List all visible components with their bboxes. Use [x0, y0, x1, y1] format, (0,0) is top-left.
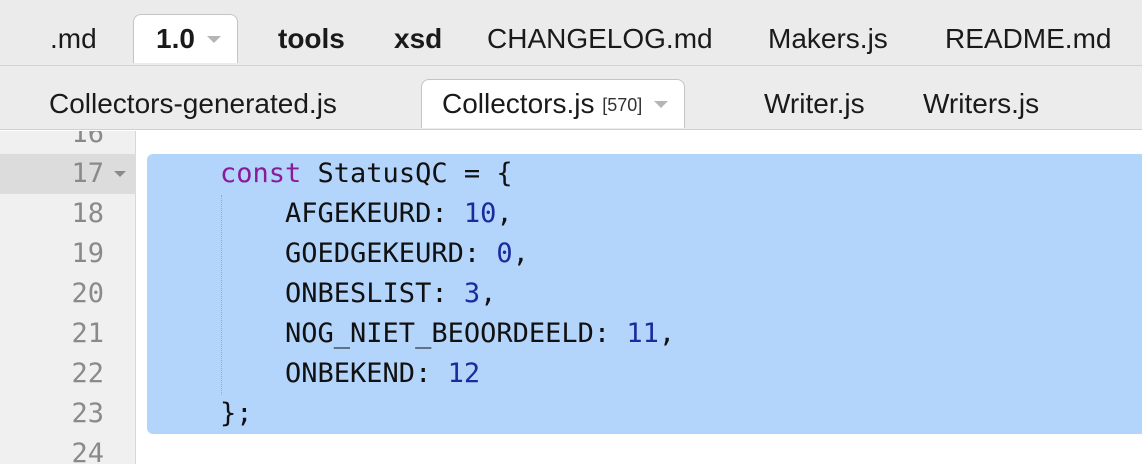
- code-text: AFGEKEURD:: [220, 198, 464, 229]
- code-text: ,: [496, 198, 513, 229]
- code-text: GOEDGEKEURD:: [220, 238, 497, 269]
- tab-count-badge: [570]: [602, 95, 643, 115]
- tab-label: Makers.js: [768, 23, 888, 54]
- line-number: 22: [71, 358, 104, 389]
- code-line-23: };: [220, 394, 253, 434]
- fold-arrow-icon[interactable]: [114, 171, 126, 177]
- tab-collectors-generated[interactable]: Collectors-generated.js: [45, 84, 341, 124]
- code-editor[interactable]: 16 17 18 19 20 21 22 23 24 const StatusQ…: [0, 131, 1142, 464]
- tab-label: Writer.js: [764, 88, 865, 119]
- code-text: ONBEKEND:: [220, 358, 448, 389]
- tab-md[interactable]: .md: [46, 19, 101, 59]
- tab-label: Writers.js: [923, 88, 1040, 119]
- tab-label: xsd: [394, 23, 443, 54]
- chevron-down-icon[interactable]: [206, 36, 221, 43]
- tab-label: 1.0: [156, 23, 195, 54]
- tab-tools[interactable]: tools: [274, 19, 349, 59]
- tab-label: README.md: [945, 23, 1112, 54]
- code-line-17: const StatusQC = {: [220, 154, 513, 194]
- number-token: 0: [496, 238, 513, 269]
- tab-readme[interactable]: README.md: [941, 19, 1115, 59]
- keyword-token: const: [220, 158, 302, 189]
- line-number: 19: [71, 238, 104, 269]
- folder-tab-bar: .md 1.0 tools xsd CHANGELOG.md Makers.js…: [0, 0, 1142, 66]
- line-number: 23: [71, 398, 104, 429]
- line-number: 20: [71, 278, 104, 309]
- line-number: 18: [71, 198, 104, 229]
- tab-label: Collectors-generated.js: [49, 88, 337, 119]
- editor-window: .md 1.0 tools xsd CHANGELOG.md Makers.js…: [0, 0, 1142, 464]
- code-text: ,: [658, 318, 676, 349]
- line-number: 16: [71, 131, 104, 149]
- tab-writers[interactable]: Writers.js: [919, 84, 1043, 124]
- code-line-20: ONBESLIST: 3,: [220, 274, 496, 314]
- chevron-down-icon[interactable]: [654, 101, 669, 108]
- number-token: 3: [463, 278, 481, 309]
- tab-1-0[interactable]: 1.0: [133, 14, 238, 63]
- tab-label: tools: [278, 23, 345, 54]
- tab-makers[interactable]: Makers.js: [764, 19, 892, 59]
- line-number: 21: [71, 318, 104, 349]
- code-line-19: GOEDGEKEURD: 0,: [220, 234, 529, 274]
- code-line-22: ONBEKEND: 12: [220, 354, 480, 394]
- code-text: };: [220, 398, 253, 429]
- tab-label: CHANGELOG.md: [487, 23, 713, 54]
- tab-collectors[interactable]: Collectors.js [570]: [421, 79, 686, 128]
- code-text: ,: [480, 278, 497, 309]
- code-text: ONBESLIST:: [220, 278, 464, 309]
- tab-label: .md: [50, 23, 97, 54]
- tab-changelog[interactable]: CHANGELOG.md: [483, 19, 717, 59]
- number-token: 12: [447, 358, 481, 389]
- tab-writer[interactable]: Writer.js: [760, 84, 869, 124]
- code-line-18: AFGEKEURD: 10,: [220, 194, 513, 234]
- number-token: 11: [626, 318, 659, 349]
- code-line-21: NOG_NIET_BEOORDEELD: 11,: [220, 314, 675, 354]
- line-number: 24: [71, 438, 104, 464]
- line-number: 17: [71, 158, 104, 189]
- tab-label: Collectors.js: [442, 88, 595, 119]
- line-number-gutter: 16 17 18 19 20 21 22 23 24: [0, 131, 136, 464]
- code-text: StatusQC = {: [301, 158, 513, 189]
- code-text: ,: [512, 238, 529, 269]
- tab-xsd[interactable]: xsd: [390, 19, 446, 59]
- code-text: NOG_NIET_BEOORDEELD:: [220, 318, 627, 349]
- number-token: 10: [463, 198, 497, 229]
- file-tab-bar: Collectors-generated.js Collectors.js [5…: [0, 66, 1142, 130]
